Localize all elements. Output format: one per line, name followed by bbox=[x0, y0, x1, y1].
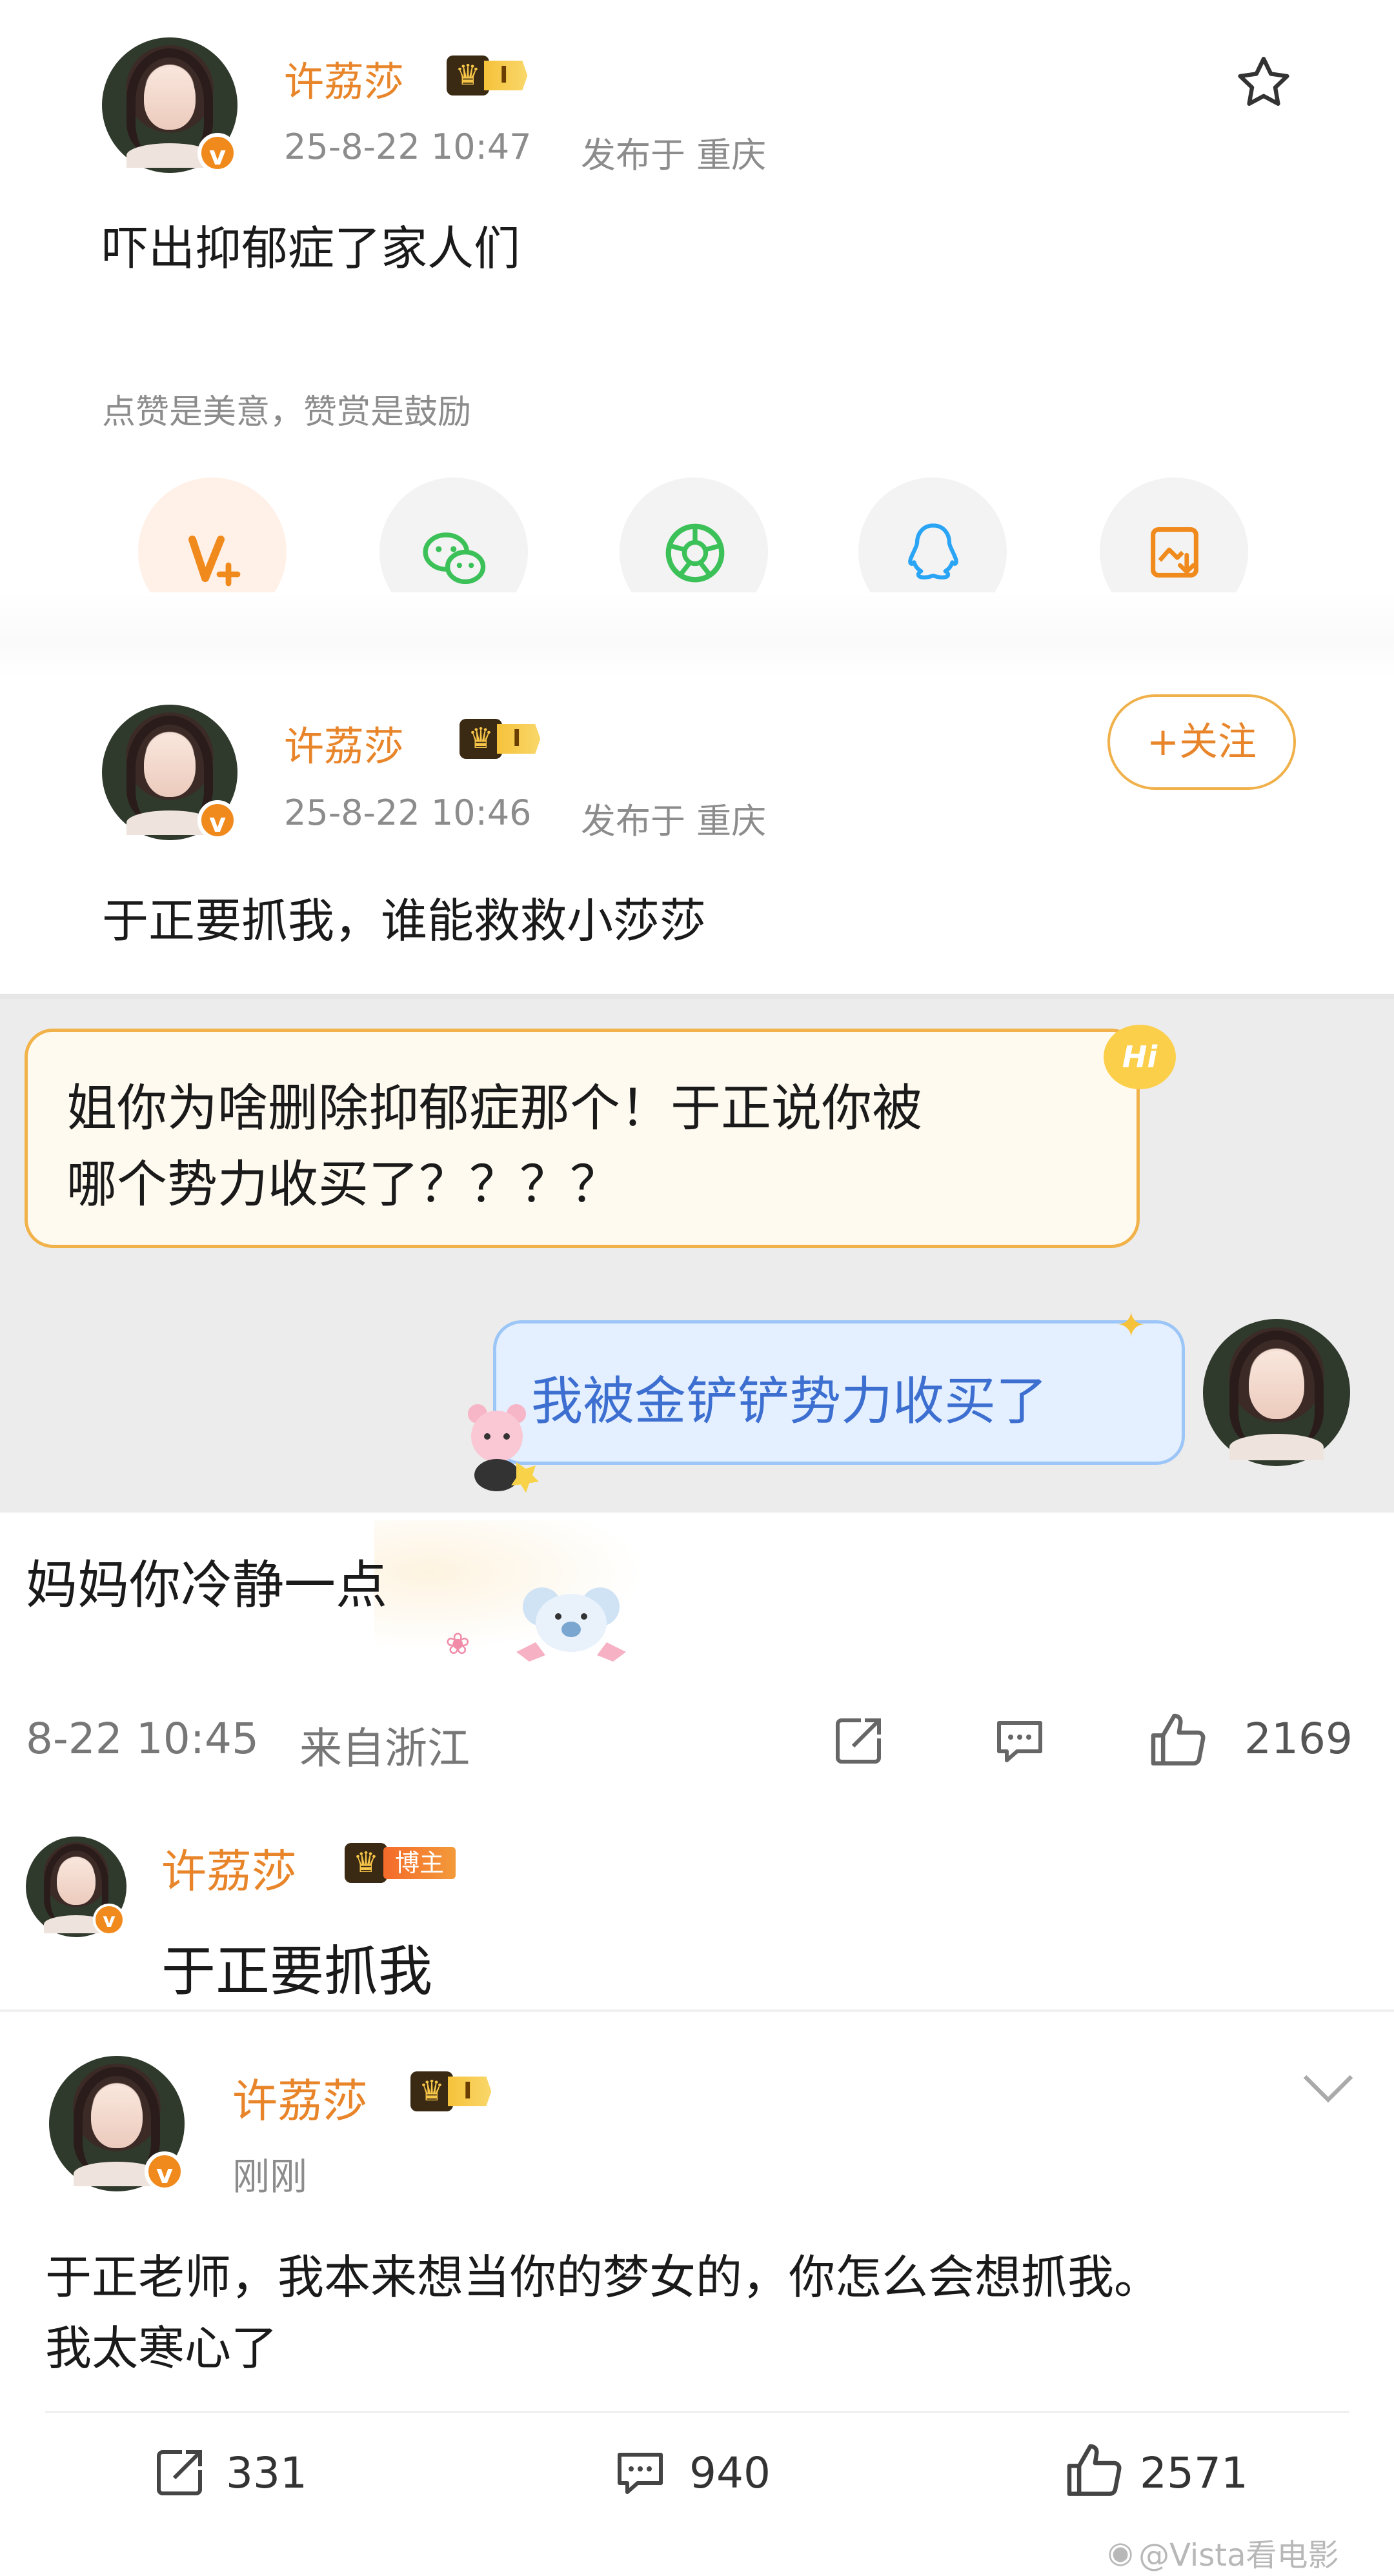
chat-section: 姐你为啥删除抑郁症那个！于正说你被 哪个势力收买了？？？？ Hi 我被金铲铲势力… bbox=[0, 999, 1394, 1513]
wechat-icon bbox=[419, 524, 490, 595]
cherry-sticker-icon: ❀ bbox=[445, 1626, 470, 1661]
comment-count: 940 bbox=[689, 2448, 771, 2498]
bear-sticker-icon bbox=[452, 1398, 542, 1494]
divider bbox=[0, 2009, 1394, 2012]
crown-icon: ♛ bbox=[460, 719, 502, 759]
message-text: 我被金铲铲势力收买了 bbox=[531, 1371, 1047, 1431]
crown-icon: ♛ bbox=[410, 2071, 453, 2111]
avatar[interactable] bbox=[1203, 1319, 1350, 1466]
chevron-down-icon[interactable] bbox=[1297, 2069, 1359, 2108]
repost-icon[interactable] bbox=[827, 1710, 889, 1772]
user-name[interactable]: 许荔莎 bbox=[161, 1835, 297, 1900]
comment-icon[interactable] bbox=[989, 1710, 1051, 1772]
post-text: 吓出抑郁症了家人们 bbox=[102, 221, 521, 276]
moments-icon bbox=[660, 518, 731, 589]
user-name[interactable]: 许荔莎 bbox=[284, 49, 404, 107]
member-level-badge: ♛ I bbox=[447, 55, 528, 96]
crown-icon: ♛ bbox=[345, 1843, 387, 1883]
incoming-message-bubble: 姐你为啥删除抑郁症那个！于正说你被 哪个势力收买了？？？？ bbox=[25, 1029, 1140, 1248]
like-icon[interactable] bbox=[1145, 1707, 1212, 1775]
v-plus-icon bbox=[185, 529, 247, 591]
divider bbox=[0, 592, 1394, 676]
weibo-logo-icon: ◉ bbox=[1107, 2535, 1134, 2570]
reply-text: 于正要抓我 bbox=[161, 1940, 433, 2003]
post-time: 刚刚 bbox=[232, 2155, 308, 2199]
like-count: 2571 bbox=[1140, 2448, 1248, 2498]
verified-badge-icon: v bbox=[145, 2151, 185, 2191]
post-text-line: 我太寒心了 bbox=[45, 2321, 278, 2375]
divider bbox=[45, 2411, 1349, 2413]
post-location: 发布于 重庆 bbox=[581, 801, 767, 841]
post-time: 25-8-22 10:46 bbox=[284, 792, 532, 833]
divider bbox=[0, 994, 1394, 999]
hi-badge: Hi bbox=[1104, 1025, 1176, 1089]
user-name[interactable]: 许荔莎 bbox=[232, 2065, 368, 2130]
comment-location: 来自浙江 bbox=[299, 1724, 470, 1773]
repost-count: 331 bbox=[226, 2448, 307, 2498]
verified-badge-icon: v bbox=[93, 1904, 125, 1936]
user-name[interactable]: 许荔莎 bbox=[284, 714, 404, 772]
post-text-line: 于正老师，我本来想当你的梦女的，你怎么会想抓我。 bbox=[45, 2250, 1161, 2304]
avatar[interactable]: v bbox=[26, 1836, 126, 1937]
follow-button[interactable]: +关注 bbox=[1107, 694, 1296, 790]
verified-badge-icon: v bbox=[197, 800, 237, 840]
comment-text: 妈妈你冷静一点 bbox=[26, 1555, 387, 1615]
star-icon[interactable] bbox=[1233, 52, 1295, 114]
avatar[interactable]: v bbox=[49, 2056, 185, 2191]
qq-icon bbox=[901, 519, 965, 586]
post-location: 发布于 重庆 bbox=[581, 135, 767, 176]
member-level-badge: ♛ I bbox=[460, 719, 541, 759]
crown-icon: ♛ bbox=[447, 55, 489, 96]
koala-sticker-icon bbox=[510, 1575, 632, 1665]
member-level-badge: ♛ I bbox=[410, 2071, 492, 2111]
message-text-line: 姐你为啥删除抑郁症那个！于正说你被 bbox=[66, 1080, 923, 1138]
comment-time: 8-22 10:45 bbox=[26, 1714, 259, 1764]
save-image-icon bbox=[1142, 520, 1207, 585]
repost-icon[interactable] bbox=[148, 2442, 210, 2504]
post-text: 于正要抓我，谁能救救小莎莎 bbox=[102, 894, 707, 948]
star-decoration-icon: ✦ bbox=[1116, 1305, 1146, 1345]
like-icon[interactable] bbox=[1061, 2438, 1128, 2505]
avatar[interactable]: v bbox=[102, 705, 237, 840]
outgoing-message-bubble: 我被金铲铲势力收买了 bbox=[493, 1320, 1185, 1465]
comment-icon[interactable] bbox=[609, 2442, 671, 2504]
blogger-badge: ♛ 博主 bbox=[345, 1843, 456, 1883]
watermark: ◉ @Vista看电影 bbox=[1107, 2535, 1339, 2573]
verified-badge-icon: v bbox=[197, 133, 237, 173]
reward-tip: 点赞是美意，赞赏是鼓励 bbox=[102, 393, 472, 432]
like-count: 2169 bbox=[1244, 1714, 1353, 1764]
message-text-line: 哪个势力收买了？？？？ bbox=[66, 1156, 621, 1214]
post-time: 25-8-22 10:47 bbox=[284, 126, 532, 167]
avatar[interactable]: v bbox=[102, 37, 237, 173]
